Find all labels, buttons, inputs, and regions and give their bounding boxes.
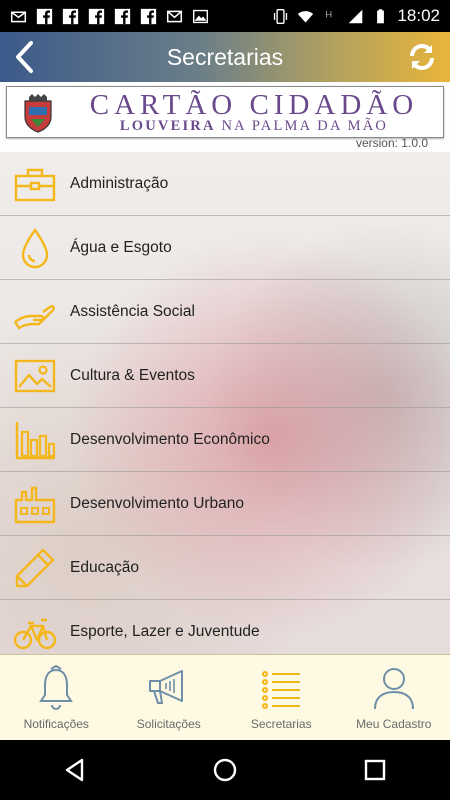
- tab-notificacoes[interactable]: Notificações: [0, 655, 113, 741]
- app-header: Secretarias: [0, 32, 450, 82]
- water-drop-icon: [0, 216, 70, 279]
- menu-item-label: Cultura & Eventos: [70, 366, 195, 384]
- logo-subtitle-bold: LOUVEIRA: [119, 118, 216, 134]
- image-icon: [192, 8, 209, 25]
- vibrate-icon: [272, 8, 289, 25]
- person-icon: [373, 668, 414, 710]
- facebook-icon: [140, 8, 157, 25]
- logo-subtitle: LOUVEIRA NA PALMA DA MÃO: [71, 118, 437, 135]
- menu-item-label: Assistência Social: [70, 302, 195, 320]
- menu-item-assistencia-social[interactable]: Assistência Social: [0, 280, 450, 344]
- menu-item-label: Educação: [70, 558, 139, 576]
- crest-icon: [24, 94, 52, 133]
- tab-label: Notificações: [23, 717, 89, 731]
- clock: 18:02: [397, 6, 440, 25]
- tab-meu-cadastro[interactable]: Meu Cadastro: [338, 655, 450, 741]
- logo-title: CARTÃO CIDADÃO: [89, 89, 419, 121]
- system-nav-bar: [0, 740, 450, 800]
- tab-label: Solicitações: [136, 717, 201, 731]
- tab-secretarias[interactable]: Secretarias: [225, 655, 338, 741]
- facebook-icon: [36, 8, 53, 25]
- menu-item-label: Administração: [70, 174, 169, 192]
- menu-item-desenvolvimento-economico[interactable]: Desenvolvimento Econômico: [0, 408, 450, 472]
- tab-label: Secretarias: [250, 717, 312, 731]
- facebook-icon: [88, 8, 105, 25]
- gmail-icon: [166, 8, 183, 25]
- svg-text:H: H: [326, 9, 333, 19]
- refresh-button[interactable]: [404, 39, 440, 75]
- version-label: version: 1.0.0: [355, 136, 428, 150]
- menu-item-label: Esporte, Lazer e Juventude: [70, 622, 260, 640]
- content-area: CARTÃO CIDADÃO LOUVEIRA NA PALMA DA MÃO …: [0, 82, 450, 654]
- banner: CARTÃO CIDADÃO LOUVEIRA NA PALMA DA MÃO …: [0, 82, 450, 152]
- logo: CARTÃO CIDADÃO LOUVEIRA NA PALMA DA MÃO: [6, 86, 444, 138]
- signal-icon: [347, 8, 364, 25]
- bicycle-icon: [0, 600, 70, 654]
- facebook-icon: [114, 8, 131, 25]
- status-bar: H 18:02: [0, 0, 450, 32]
- briefcase-icon: [0, 152, 70, 215]
- envelope-icon: [10, 8, 27, 25]
- list-icon: [262, 671, 301, 709]
- menu-item-cultura-eventos[interactable]: Cultura & Eventos: [0, 344, 450, 408]
- menu-item-label: Desenvolvimento Urbano: [70, 494, 245, 512]
- recents-square-icon: [364, 759, 386, 781]
- menu-item-desenvolvimento-urbano[interactable]: Desenvolvimento Urbano: [0, 472, 450, 536]
- menu-item-label: Desenvolvimento Econômico: [70, 430, 270, 448]
- secretarias-list: Administração Água e Esgoto Assistência …: [0, 152, 450, 654]
- menu-item-educacao[interactable]: Educação: [0, 536, 450, 600]
- menu-item-label: Água e Esgoto: [70, 238, 172, 256]
- bottom-tab-bar: Notificações Solicitações Secretarias Me…: [0, 654, 450, 741]
- bell-icon: [39, 665, 74, 710]
- tab-label: Meu Cadastro: [356, 717, 432, 731]
- factory-icon: [0, 472, 70, 535]
- nav-recents-button[interactable]: [350, 745, 400, 795]
- h-signal-icon: H: [322, 8, 339, 25]
- pencil-icon: [0, 536, 70, 599]
- menu-item-administracao[interactable]: Administração: [0, 152, 450, 216]
- tab-solicitacoes[interactable]: Solicitações: [113, 655, 226, 741]
- battery-icon: [372, 8, 389, 25]
- nav-back-button[interactable]: [50, 745, 100, 795]
- facebook-icon: [62, 8, 79, 25]
- picture-icon: [0, 344, 70, 407]
- home-circle-icon: [213, 758, 237, 782]
- hand-icon: [0, 280, 70, 343]
- megaphone-icon: [148, 670, 183, 704]
- refresh-icon: [410, 44, 434, 70]
- wifi-icon: [297, 8, 314, 25]
- bar-chart-icon: [0, 408, 70, 471]
- nav-home-button[interactable]: [200, 745, 250, 795]
- page-title: Secretarias: [166, 44, 284, 70]
- menu-item-agua-esgoto[interactable]: Água e Esgoto: [0, 216, 450, 280]
- menu-item-esporte-lazer-juventude[interactable]: Esporte, Lazer e Juventude: [0, 600, 450, 654]
- back-triangle-icon: [65, 758, 84, 782]
- logo-subtitle-rest: NA PALMA DA MÃO: [215, 118, 389, 134]
